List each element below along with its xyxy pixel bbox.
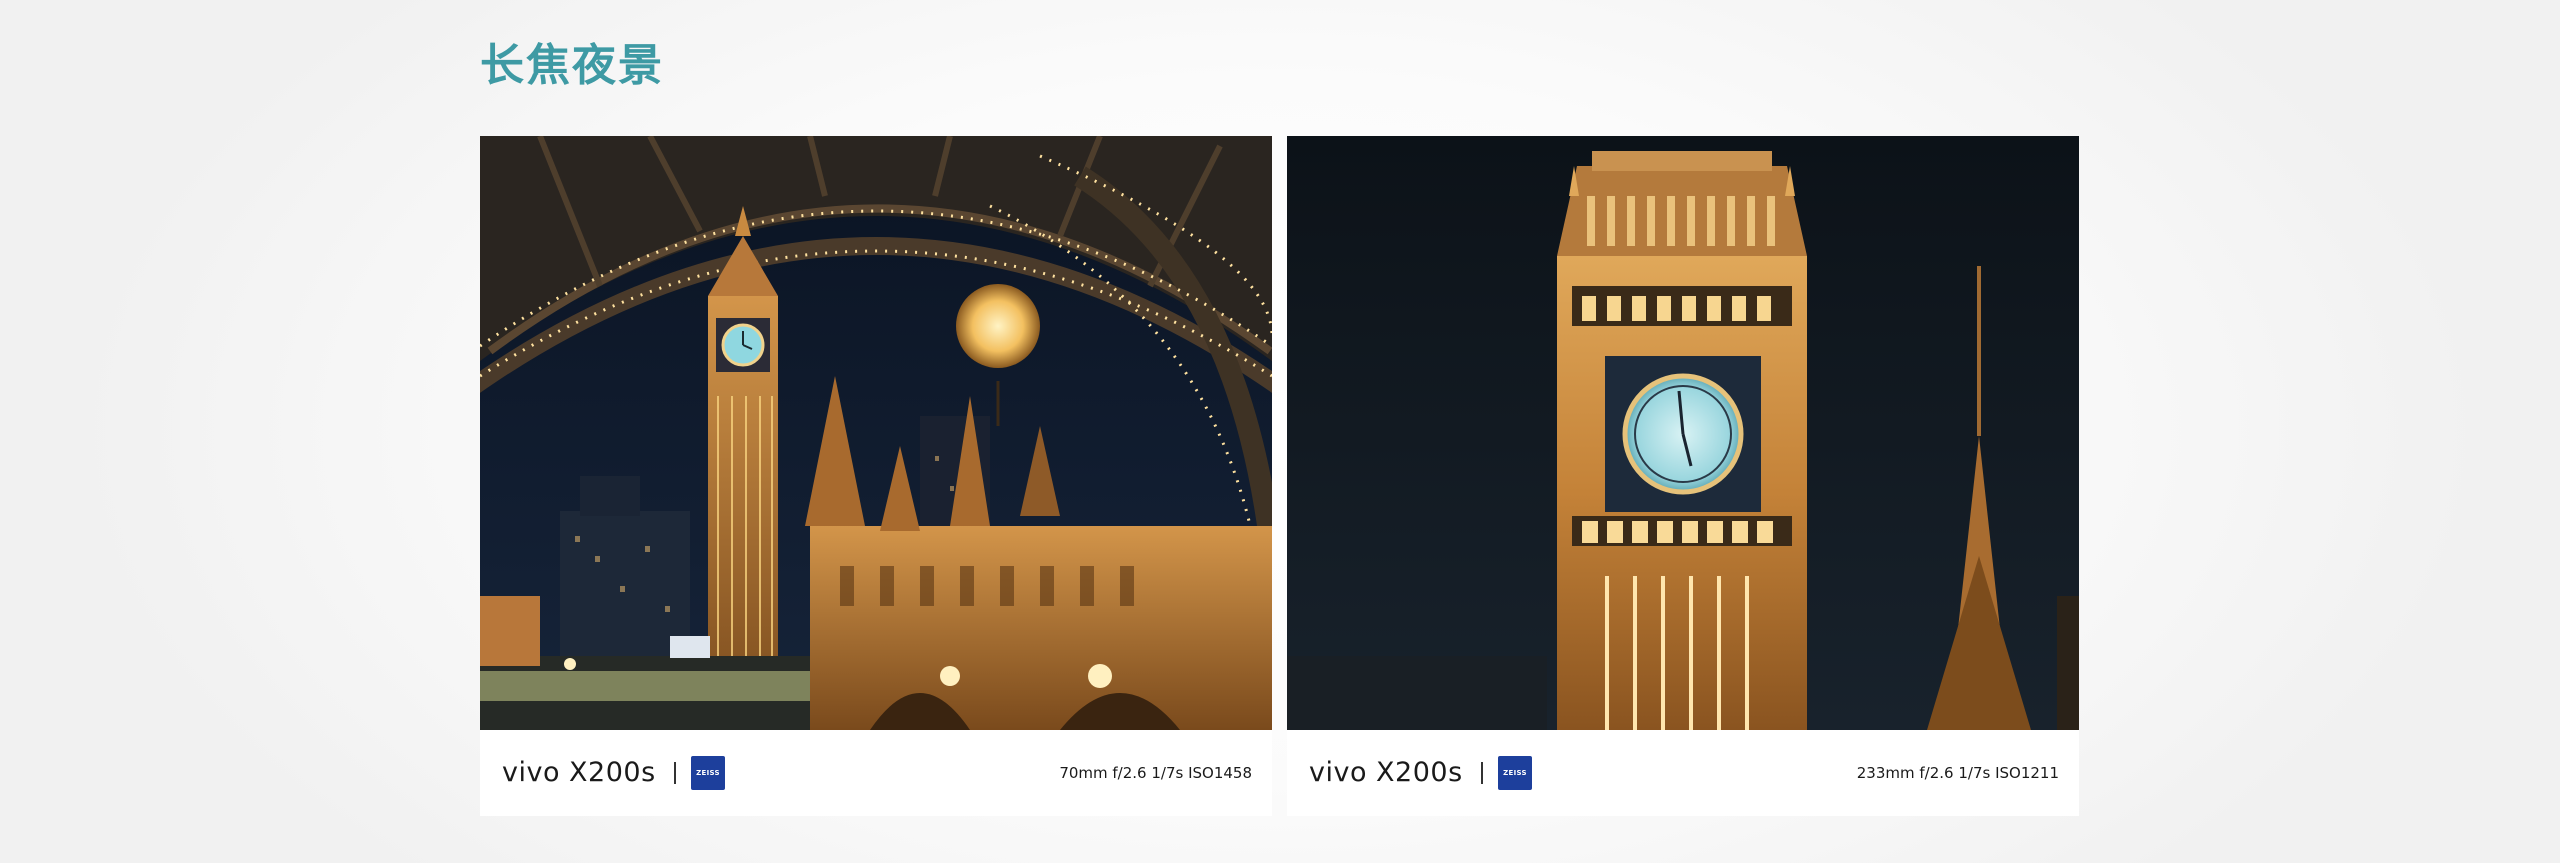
sample-photo-card-233mm: vivo X200s ZEISS 233mm f/2.6 1/7s ISO121… [1287, 136, 2079, 816]
sample-photo-big-ben-clock[interactable] [1287, 136, 2079, 730]
zeiss-logo-text: ZEISS [1503, 769, 1527, 777]
sample-photo-big-ben-arch[interactable] [480, 136, 1272, 730]
exif-info: 233mm f/2.6 1/7s ISO1211 [1856, 764, 2059, 782]
big-ben-clock-face-photo [1287, 136, 2079, 730]
phone-model-label: vivo X200s [502, 757, 656, 788]
caption-divider [1481, 762, 1483, 784]
zeiss-logo-text: ZEISS [696, 769, 720, 777]
phone-model-label: vivo X200s [1309, 757, 1463, 788]
big-ben-under-arch-photo [480, 136, 1272, 730]
section-title: 长焦夜景 [480, 40, 664, 91]
telephoto-night-section: 长焦夜景 vivo X200s ZEISS 70mm f/2.6 1/7s IS… [0, 0, 2560, 863]
photo-caption-bar: vivo X200s ZEISS 233mm f/2.6 1/7s ISO121… [1287, 730, 2079, 816]
sample-photo-card-70mm: vivo X200s ZEISS 70mm f/2.6 1/7s ISO1458 [480, 136, 1272, 816]
caption-divider [674, 762, 676, 784]
zeiss-logo-icon: ZEISS [1498, 756, 1532, 790]
zeiss-logo-icon: ZEISS [691, 756, 725, 790]
exif-info: 70mm f/2.6 1/7s ISO1458 [1059, 764, 1252, 782]
photo-caption-bar: vivo X200s ZEISS 70mm f/2.6 1/7s ISO1458 [480, 730, 1272, 816]
